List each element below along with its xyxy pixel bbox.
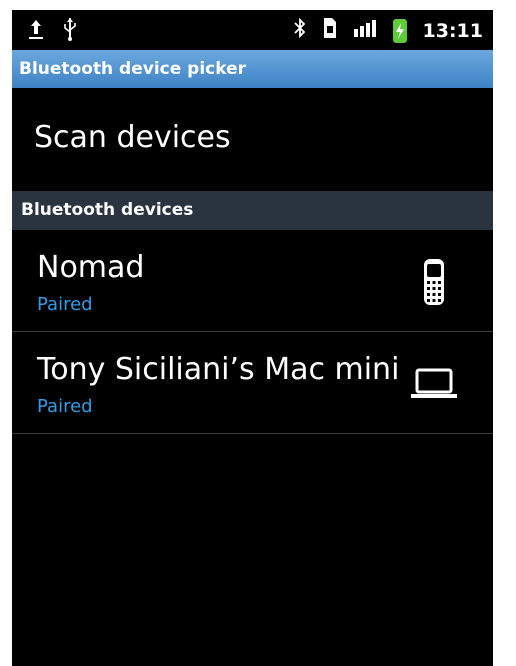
phone-icon [423,258,445,310]
title-bar: Bluetooth device picker [12,50,493,88]
device-item-mac-mini[interactable]: Tony Siciliani’s Mac mini Paired [12,332,493,434]
device-item-nomad[interactable]: Nomad Paired [12,230,493,332]
sim-icon [323,17,337,45]
device-status: Paired [37,396,93,417]
device-name: Nomad [37,250,145,285]
page-title: Bluetooth device picker [19,59,247,79]
status-bar-right: 13:11 [293,16,483,46]
scan-devices-label: Scan devices [34,120,231,155]
battery-charging-icon [392,19,407,43]
section-title: Bluetooth devices [21,200,194,220]
upload-icon [28,17,44,47]
device-name: Tony Siciliani’s Mac mini [37,352,400,387]
signal-icon [353,17,377,45]
status-bar-left [28,16,78,48]
usb-icon [62,16,78,48]
section-header: Bluetooth devices [12,191,493,230]
clock: 13:11 [422,20,483,42]
bluetooth-icon [293,16,307,46]
laptop-icon [410,368,458,404]
status-bar: 13:11 [12,10,493,50]
scan-devices-button[interactable]: Scan devices [12,88,493,190]
screen: 13:11 Bluetooth device picker Scan devic… [12,10,493,666]
device-status: Paired [37,294,93,315]
